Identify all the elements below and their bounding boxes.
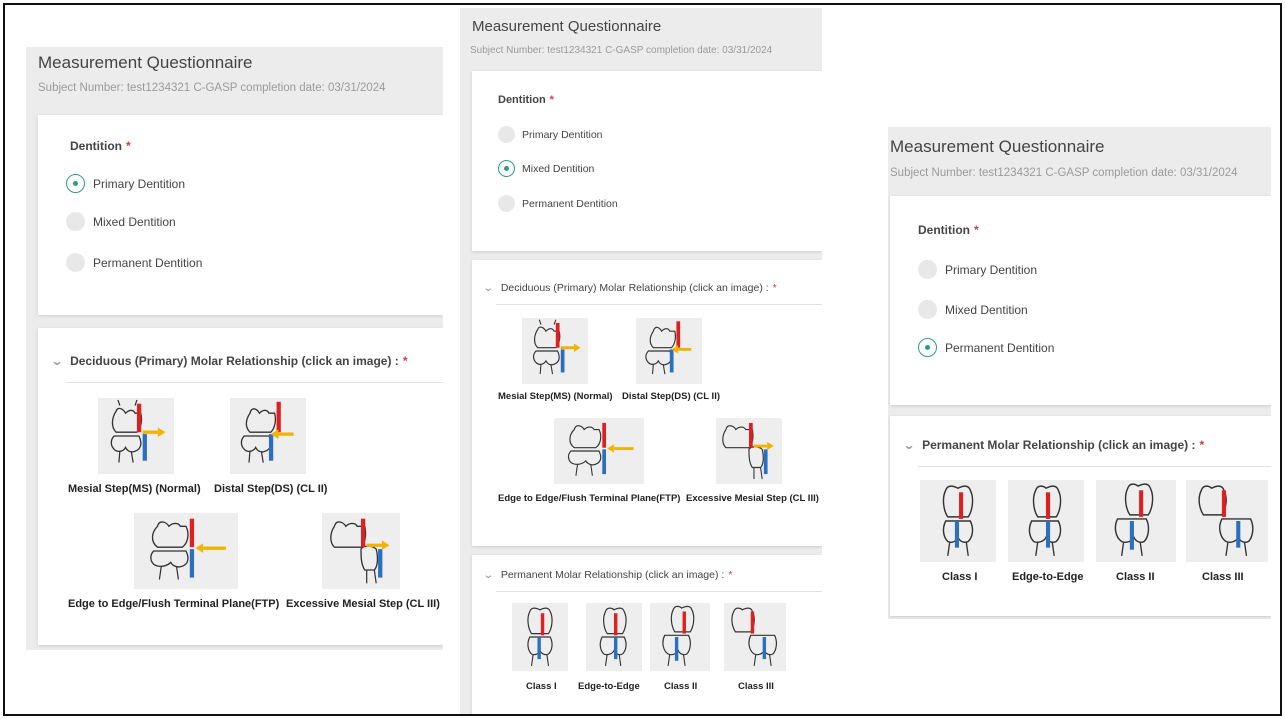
radio-primary-dentition[interactable]: Primary Dentition (498, 126, 603, 143)
image-caption: Class II (1116, 571, 1155, 583)
radio-selected-icon[interactable] (66, 174, 85, 193)
questionnaire-panel-primary: Measurement Questionnaire Subject Number… (26, 47, 443, 650)
option-label: Permanent Dentition (522, 197, 618, 210)
section-divider (918, 466, 1271, 467)
image-caption: Class II (664, 681, 698, 692)
option-label: Permanent Dentition (945, 340, 1055, 355)
section-divider (66, 382, 443, 383)
excessive-mesial-step-tooth-icon[interactable] (716, 418, 782, 484)
section-divider (496, 591, 822, 592)
radio-selected-icon[interactable] (498, 160, 515, 177)
chevron-down-icon: ⌄ (902, 438, 916, 452)
chevron-down-icon: ⌄ (482, 569, 495, 581)
required-mark: * (402, 354, 408, 368)
option-label: Mixed Dentition (945, 302, 1028, 317)
mesial-step-tooth-icon[interactable] (522, 318, 588, 384)
required-mark: * (728, 569, 733, 581)
image-caption: Mesial Step(MS) (Normal) (68, 483, 201, 495)
required-mark: * (974, 223, 979, 237)
image-caption: Excessive Mesial Step (CL III) (686, 493, 819, 504)
image-caption: Excessive Mesial Step (CL III) (286, 598, 440, 610)
dentition-card: Dentition * Primary Dentition Mixed Denti… (38, 115, 443, 315)
distal-step-tooth-icon[interactable] (230, 398, 306, 474)
page-title: Measurement Questionnaire (38, 53, 253, 72)
section-divider (496, 304, 822, 305)
radio-empty-icon[interactable] (918, 260, 937, 279)
image-caption: Edge to Edge/Flush Terminal Plane(FTP) (498, 493, 681, 504)
radio-permanent-dentition[interactable]: Permanent Dentition (918, 338, 1054, 357)
radio-empty-icon[interactable] (498, 126, 515, 143)
radio-empty-icon[interactable] (66, 253, 85, 272)
dentition-card: Dentition * Primary Dentition Mixed Denti… (890, 196, 1271, 405)
radio-selected-icon[interactable] (918, 338, 937, 357)
radio-permanent-dentition[interactable]: Permanent Dentition (498, 195, 618, 212)
class-2-tooth-icon[interactable] (1096, 480, 1176, 562)
class-3-tooth-icon[interactable] (724, 603, 786, 671)
option-label: Mixed Dentition (522, 162, 595, 175)
option-label: Primary Dentition (522, 128, 603, 141)
deciduous-section-toggle[interactable]: ⌄ Deciduous (Primary) Molar Relationship… (50, 354, 408, 368)
dentition-label: Dentition * (918, 223, 979, 237)
subject-line: Subject Number: test1234321 C-GASP compl… (38, 82, 386, 94)
page-title: Measurement Questionnaire (890, 137, 1105, 156)
image-caption: Class III (1202, 571, 1244, 583)
image-caption: Class I (526, 681, 557, 692)
questionnaire-panel-permanent: Measurement Questionnaire Subject Number… (888, 127, 1271, 619)
image-caption: Distal Step(DS) (CL II) (214, 483, 328, 495)
image-caption: Class III (738, 681, 774, 692)
radio-mixed-dentition[interactable]: Mixed Dentition (498, 160, 594, 177)
option-label: Primary Dentition (945, 262, 1038, 277)
option-label: Primary Dentition (93, 176, 186, 191)
permanent-section-toggle[interactable]: ⌄ Permanent Molar Relationship (click an… (482, 569, 733, 581)
required-mark: * (126, 139, 131, 153)
image-caption: Mesial Step(MS) (Normal) (498, 391, 613, 402)
permanent-molar-card: ⌄ Permanent Molar Relationship (click an… (472, 555, 822, 714)
mesial-step-tooth-icon[interactable] (98, 398, 174, 474)
radio-mixed-dentition[interactable]: Mixed Dentition (66, 212, 176, 231)
image-caption: Distal Step(DS) (CL II) (622, 391, 720, 402)
dentition-card: Dentition * Primary Dentition Mixed Denti… (472, 71, 822, 251)
required-mark: * (549, 94, 554, 106)
radio-primary-dentition[interactable]: Primary Dentition (918, 260, 1037, 279)
image-caption: Edge-to-Edge (578, 681, 640, 692)
option-label: Mixed Dentition (93, 214, 176, 229)
image-caption: Edge-to-Edge (1012, 571, 1084, 583)
page-title: Measurement Questionnaire (472, 18, 662, 35)
excessive-mesial-step-tooth-icon[interactable] (322, 513, 400, 589)
permanent-molar-card: ⌄ Permanent Molar Relationship (click an… (890, 416, 1271, 616)
flush-terminal-plane-tooth-icon[interactable] (554, 418, 644, 484)
required-mark: * (772, 282, 777, 294)
radio-permanent-dentition[interactable]: Permanent Dentition (66, 253, 202, 272)
image-caption: Class I (942, 571, 978, 583)
class-2-tooth-icon[interactable] (650, 603, 710, 671)
deciduous-section-toggle[interactable]: ⌄ Deciduous (Primary) Molar Relationship… (482, 282, 777, 294)
class-3-tooth-icon[interactable] (1186, 480, 1268, 562)
radio-empty-icon[interactable] (498, 195, 515, 212)
deciduous-molar-card: ⌄ Deciduous (Primary) Molar Relationship… (38, 328, 443, 645)
required-mark: * (1199, 438, 1205, 452)
questionnaire-panel-mixed: Measurement Questionnaire Subject Number… (460, 8, 822, 714)
radio-primary-dentition[interactable]: Primary Dentition (66, 174, 185, 193)
subject-line: Subject Number: test1234321 C-GASP compl… (890, 167, 1238, 179)
class-1-tooth-icon[interactable] (512, 603, 568, 671)
dentition-label: Dentition * (70, 139, 131, 153)
subject-line: Subject Number: test1234321 C-GASP compl… (470, 45, 773, 56)
deciduous-molar-card: ⌄ Deciduous (Primary) Molar Relationship… (472, 260, 822, 546)
chevron-down-icon: ⌄ (482, 282, 495, 294)
image-caption: Edge to Edge/Flush Terminal Plane(FTP) (68, 598, 280, 610)
flush-terminal-plane-tooth-icon[interactable] (134, 513, 238, 589)
edge-to-edge-tooth-icon[interactable] (586, 603, 642, 671)
dentition-label: Dentition * (498, 94, 554, 106)
option-label: Permanent Dentition (93, 255, 203, 270)
edge-to-edge-tooth-icon[interactable] (1008, 480, 1084, 562)
radio-empty-icon[interactable] (66, 212, 85, 231)
radio-empty-icon[interactable] (918, 300, 937, 319)
class-1-tooth-icon[interactable] (920, 480, 996, 562)
distal-step-tooth-icon[interactable] (636, 318, 702, 384)
radio-mixed-dentition[interactable]: Mixed Dentition (918, 300, 1028, 319)
permanent-section-toggle[interactable]: ⌄ Permanent Molar Relationship (click an… (902, 438, 1205, 452)
chevron-down-icon: ⌄ (50, 354, 64, 368)
